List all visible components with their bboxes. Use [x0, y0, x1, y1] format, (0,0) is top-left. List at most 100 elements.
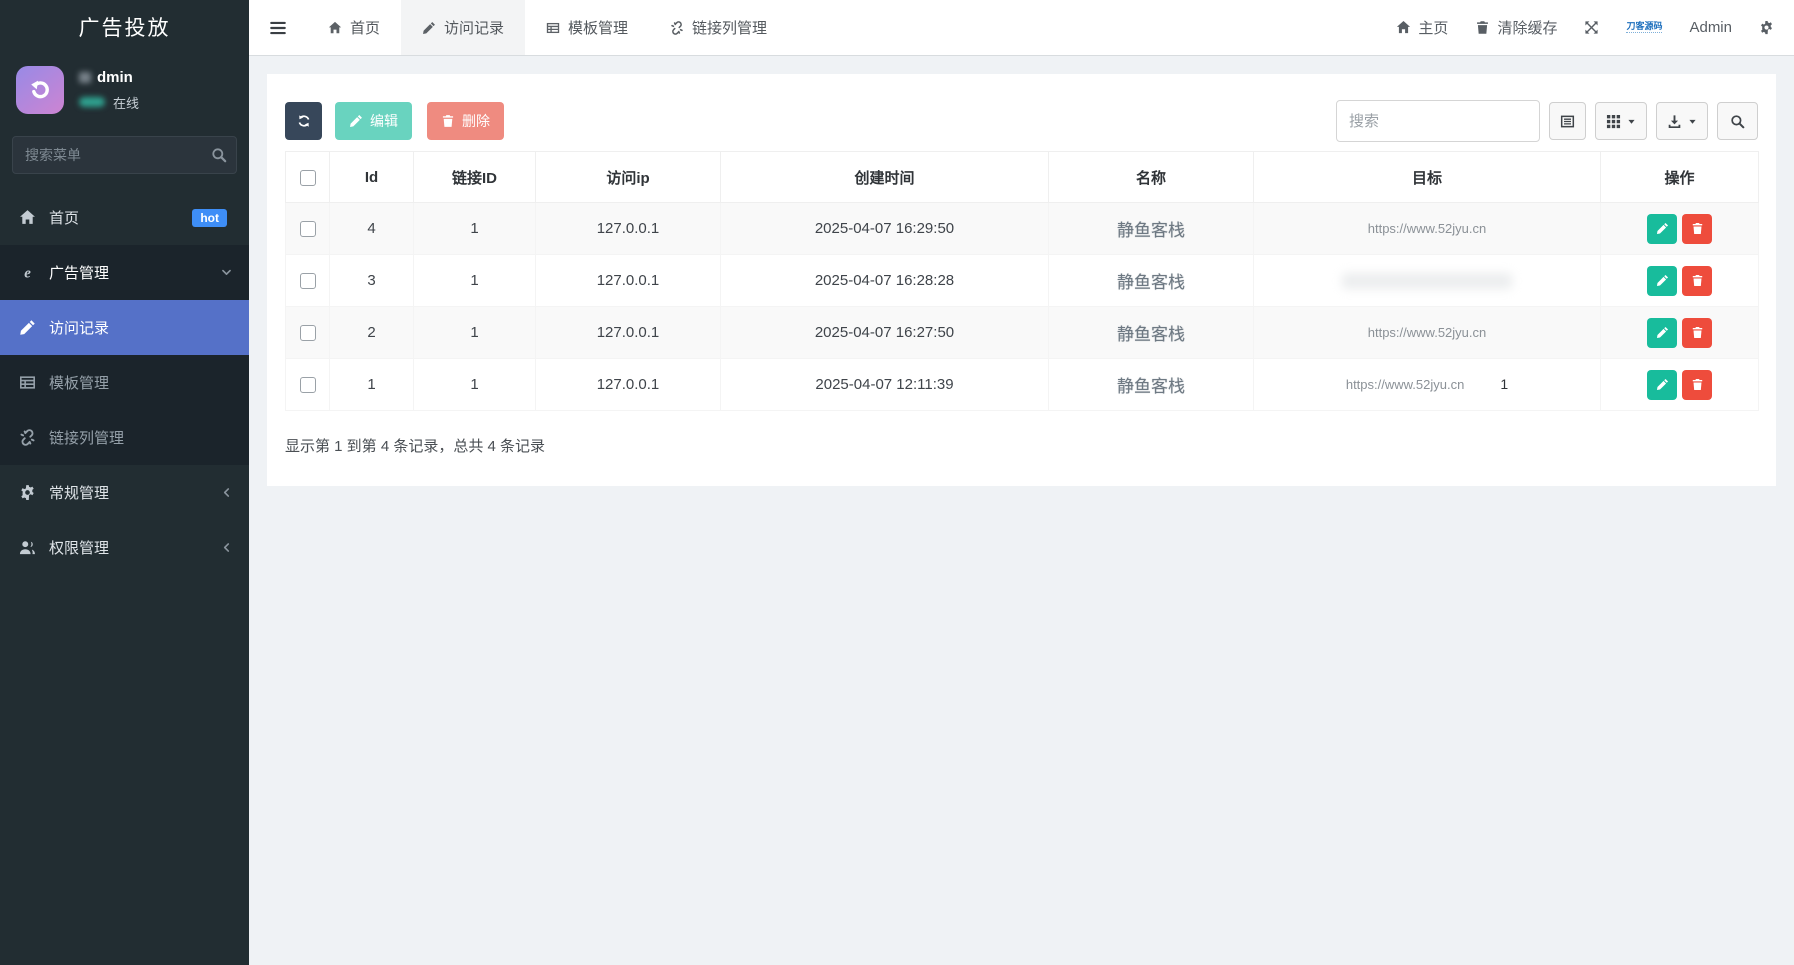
sidebar-item-permission-manage[interactable]: 权限管理	[0, 520, 249, 575]
template-table-icon	[546, 21, 560, 35]
topbar: 首页 访问记录 模板管理 链接列管理 主页 清除缓存	[249, 0, 1794, 56]
trash-icon	[1691, 326, 1704, 339]
edit-button-label: 编辑	[370, 111, 398, 131]
row-delete-button[interactable]	[1682, 214, 1712, 244]
tab-link-manage[interactable]: 链接列管理	[649, 0, 788, 55]
search-icon	[1730, 114, 1745, 129]
chevron-left-icon	[220, 541, 233, 554]
row-delete-button[interactable]	[1682, 370, 1712, 400]
cell-created: 2025-04-07 16:27:50	[721, 307, 1049, 359]
e-globe-icon	[19, 264, 36, 281]
column-header-link-id: 链接ID	[414, 152, 536, 203]
trash-icon	[441, 114, 455, 128]
redacted-blur	[79, 72, 91, 83]
row-edit-button[interactable]	[1647, 214, 1677, 244]
sidebar-item-visit-log[interactable]: 访问记录	[0, 300, 249, 355]
select-all-checkbox[interactable]	[300, 170, 316, 186]
chain-broken-icon	[670, 21, 684, 35]
settings-link[interactable]	[1759, 20, 1774, 35]
table-row[interactable]: 3 1 127.0.0.1 2025-04-07 16:28:28 静鱼客栈	[286, 255, 1759, 307]
table-row[interactable]: 1 1 127.0.0.1 2025-04-07 12:11:39 静鱼客栈 h…	[286, 359, 1759, 411]
sidebar-item-ad-manage[interactable]: 广告管理	[0, 245, 249, 300]
sidebar-item-home[interactable]: 首页 hot	[0, 190, 249, 245]
tab-label: 模板管理	[568, 17, 628, 38]
sidebar-item-link-manage[interactable]: 链接列管理	[0, 410, 249, 465]
chevron-left-icon	[220, 486, 233, 499]
sidebar-item-general-manage[interactable]: 常规管理	[0, 465, 249, 520]
column-header-target: 目标	[1254, 152, 1601, 203]
row-edit-button[interactable]	[1647, 370, 1677, 400]
cell-link-id: 1	[414, 307, 536, 359]
template-table-icon	[19, 374, 36, 391]
detail-view-icon	[1560, 114, 1575, 129]
gears-icon	[19, 484, 36, 501]
home-link[interactable]: 主页	[1396, 17, 1448, 38]
detail-view-button[interactable]	[1549, 102, 1586, 140]
trash-icon	[1691, 274, 1704, 287]
search-icon	[211, 147, 227, 163]
tab-home[interactable]: 首页	[307, 0, 401, 55]
row-edit-button[interactable]	[1647, 318, 1677, 348]
columns-button[interactable]	[1595, 102, 1647, 140]
grid-columns-icon	[1606, 114, 1621, 129]
pencil-icon	[1656, 274, 1669, 287]
export-button[interactable]	[1656, 102, 1708, 140]
column-header-actions: 操作	[1601, 152, 1759, 203]
row-delete-button[interactable]	[1682, 266, 1712, 296]
username-row: dmin	[79, 69, 139, 86]
row-checkbox[interactable]	[300, 377, 316, 393]
row-checkbox[interactable]	[300, 325, 316, 341]
tab-template-manage[interactable]: 模板管理	[525, 0, 649, 55]
content-area: 编辑 删除	[249, 56, 1794, 964]
hamburger-menu-icon[interactable]	[249, 0, 307, 55]
cell-id: 1	[330, 359, 414, 411]
column-header-created: 创建时间	[721, 152, 1049, 203]
row-delete-button[interactable]	[1682, 318, 1712, 348]
username: dmin	[97, 69, 133, 86]
online-status: 在线	[113, 93, 139, 112]
home-icon	[1396, 20, 1411, 35]
users-icon	[19, 539, 36, 556]
cell-ip: 127.0.0.1	[536, 307, 721, 359]
refresh-button[interactable]	[285, 102, 322, 140]
cell-name: 静鱼客栈	[1117, 325, 1185, 344]
row-checkbox[interactable]	[300, 221, 316, 237]
caret-down-icon	[1688, 117, 1697, 126]
table-row[interactable]: 2 1 127.0.0.1 2025-04-07 16:27:50 静鱼客栈 h…	[286, 307, 1759, 359]
table-toolbar: 编辑 删除	[285, 100, 1758, 142]
row-checkbox[interactable]	[300, 273, 316, 289]
app-title: 广告投放	[0, 0, 249, 58]
search-toggle-button[interactable]	[1717, 102, 1758, 140]
caret-down-icon	[1627, 117, 1636, 126]
sidebar-item-label: 访问记录	[49, 317, 233, 338]
table-search-input[interactable]	[1336, 100, 1540, 142]
home-link-label: 主页	[1418, 17, 1448, 38]
admin-menu[interactable]: Admin	[1689, 19, 1732, 36]
cell-created: 2025-04-07 12:11:39	[721, 359, 1049, 411]
topbar-right: 主页 清除缓存 刀客源码 Admin	[1396, 0, 1794, 55]
table-header-row: Id 链接ID 访问ip 创建时间 名称 目标 操作	[286, 152, 1759, 203]
clear-cache-link[interactable]: 清除缓存	[1475, 17, 1557, 38]
avatar[interactable]	[16, 66, 64, 114]
pencil-icon	[1656, 222, 1669, 235]
trash-icon	[1475, 20, 1490, 35]
pencil-icon	[1656, 378, 1669, 391]
fullscreen-button[interactable]	[1584, 20, 1599, 35]
cell-id: 4	[330, 203, 414, 255]
cell-name: 静鱼客栈	[1117, 377, 1185, 396]
sidebar-item-label: 模板管理	[49, 372, 233, 393]
hot-badge: hot	[192, 209, 227, 227]
row-edit-button[interactable]	[1647, 266, 1677, 296]
sidebar-item-template-manage[interactable]: 模板管理	[0, 355, 249, 410]
cell-ip: 127.0.0.1	[536, 255, 721, 307]
menu-search-input[interactable]	[12, 136, 237, 174]
delete-button[interactable]: 删除	[427, 102, 504, 140]
gears-icon	[1759, 20, 1774, 35]
home-icon	[328, 21, 342, 35]
main-area: 首页 访问记录 模板管理 链接列管理 主页 清除缓存	[249, 0, 1794, 965]
edit-button[interactable]: 编辑	[335, 102, 412, 140]
table-row[interactable]: 4 1 127.0.0.1 2025-04-07 16:29:50 静鱼客栈 h…	[286, 203, 1759, 255]
tab-visit-log[interactable]: 访问记录	[401, 0, 525, 55]
tab-label: 链接列管理	[692, 17, 767, 38]
cell-created: 2025-04-07 16:28:28	[721, 255, 1049, 307]
